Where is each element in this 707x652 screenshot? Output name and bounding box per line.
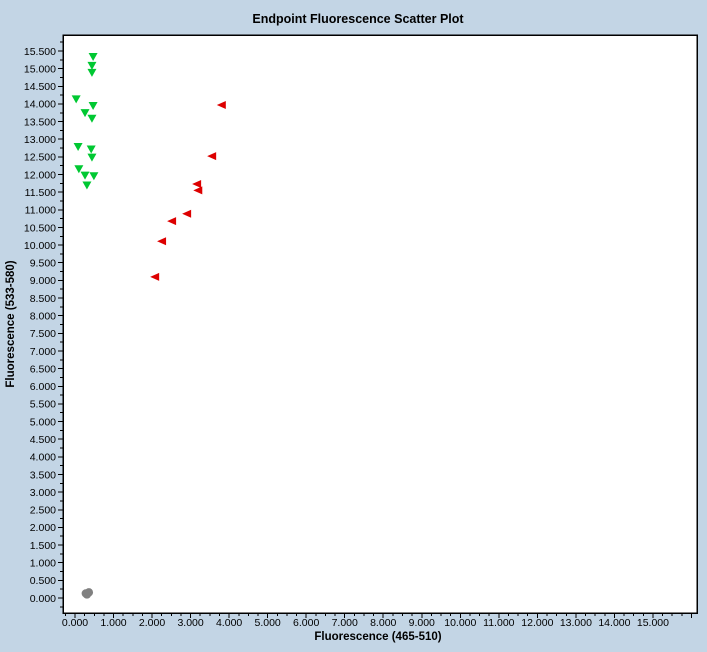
y-axis-tick-label: 14.000	[24, 99, 56, 111]
y-axis-tick-label: 4.500	[30, 434, 56, 446]
y-axis-tick-label: 9.000	[30, 275, 56, 287]
x-axis-title: Fluorescence (465-510)	[314, 631, 441, 643]
y-axis-tick-label: 11.000	[25, 205, 56, 217]
scatter-plot-window: 0.000 1.000 2.000 3.000 4.000 5.000 6.000 7.000…	[0, 0, 707, 652]
x-axis-tick-label: 12.000	[521, 617, 553, 629]
x-axis-tick-label: 2.000	[139, 617, 165, 629]
y-axis-tick-label: 15.000	[24, 63, 56, 75]
data-point	[83, 590, 91, 598]
y-axis-tick-label: 3.000	[30, 487, 56, 499]
y-axis-tick-label: 0.500	[30, 575, 56, 587]
x-axis-tick-label: 13.000	[560, 617, 592, 629]
y-axis-tick-label: 1.500	[30, 540, 56, 552]
y-axis-tick-label: 10.500	[24, 222, 56, 234]
y-axis-tick-label: 15.500	[24, 46, 56, 58]
x-axis-tick-label: 9.000	[409, 617, 435, 629]
x-axis-tick-label: 11.000	[483, 617, 514, 629]
y-axis-tick-label: 4.000	[30, 452, 56, 464]
x-axis-tick-label: 6.000	[293, 617, 319, 629]
y-axis-tick-label: 13.000	[24, 134, 56, 146]
x-axis-tick-label: 10.000	[444, 617, 476, 629]
x-axis-tick-label: 3.000	[177, 617, 203, 629]
y-axis-tick-label: 6.500	[30, 363, 56, 375]
y-axis-tick-label: 5.000	[30, 416, 56, 428]
y-axis-tick-label: 0.000	[30, 593, 56, 605]
y-axis-tick-label: 9.500	[30, 258, 56, 270]
y-axis-tick-label: 14.500	[24, 81, 56, 93]
x-axis-tick-label: 4.000	[216, 617, 242, 629]
y-axis-tick-label: 2.000	[30, 522, 56, 534]
x-axis-tick-label: 15.000	[637, 617, 669, 629]
y-axis-tick-label: 8.000	[30, 310, 56, 322]
y-axis-tick-label: 11.500	[25, 187, 56, 199]
y-axis-title: Fluorescence (533-580)	[5, 260, 17, 387]
chart-title: Endpoint Fluorescence Scatter Plot	[252, 12, 464, 26]
y-axis-tick-label: 3.500	[30, 469, 56, 481]
y-axis-tick-label: 13.500	[24, 116, 56, 128]
scatter-plot-canvas: 0.000 1.000 2.000 3.000 4.000 5.000 6.000 7.000…	[0, 0, 707, 652]
y-axis-tick-label: 7.500	[30, 328, 56, 340]
x-axis-tick-label: 1.000	[100, 617, 126, 629]
x-axis-tick-label: 5.000	[255, 617, 281, 629]
x-axis-tick-label: 14.000	[598, 617, 630, 629]
y-axis-tick-label: 1.000	[30, 558, 56, 570]
y-axis-tick-label: 2.500	[30, 505, 56, 517]
x-axis-tick-label: 0.000	[62, 617, 88, 629]
y-axis-tick-label: 7.000	[30, 346, 56, 358]
x-axis-tick-label: 7.000	[332, 617, 358, 629]
y-axis-tick-label: 5.500	[30, 399, 56, 411]
y-axis-tick-label: 10.000	[24, 240, 56, 252]
y-axis-tick-label: 8.500	[30, 293, 56, 305]
y-axis-tick-label: 12.000	[24, 169, 56, 181]
plot-area	[63, 35, 697, 613]
y-axis-tick-label: 6.000	[30, 381, 56, 393]
x-axis-tick-label: 8.000	[370, 617, 396, 629]
y-axis-tick-label: 12.500	[24, 152, 56, 164]
